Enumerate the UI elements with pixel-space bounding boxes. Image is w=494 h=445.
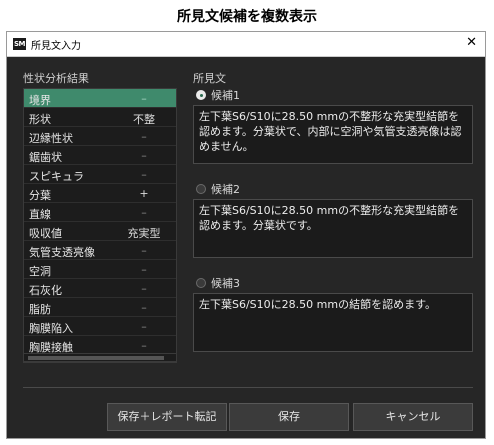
row-name: 辺縁性状 <box>29 132 73 145</box>
row-name: 鋸歯状 <box>29 151 62 164</box>
footer-divider <box>23 387 473 388</box>
candidate-1-text[interactable]: 左下葉S6/S10に28.50 mmの不整形な充実型結節を認めます。分葉状で、内… <box>193 105 473 164</box>
row-value: – <box>141 320 147 333</box>
row-value: 不整 <box>133 113 155 126</box>
analysis-row[interactable]: 脂肪 – <box>24 298 176 317</box>
row-value: + <box>139 187 149 200</box>
candidate-1-label[interactable]: 候補1 <box>211 87 240 103</box>
candidate-3-label[interactable]: 候補3 <box>211 275 240 291</box>
analysis-table: 境界 – 形状 不整 辺縁性状 – 鋸歯状 – スピキュラ – 分葉 + 直線 – 吸収値 充実… <box>23 88 177 363</box>
analysis-row[interactable]: 境界 – <box>24 89 176 108</box>
page-heading: 所見文候補を複数表示 <box>177 9 317 25</box>
row-name: 石灰化 <box>29 284 62 297</box>
analysis-row[interactable]: 辺縁性状 – <box>24 127 176 146</box>
row-value: – <box>141 282 147 295</box>
window-title: 所見文入力 <box>31 41 81 52</box>
candidate-2-label[interactable]: 候補2 <box>211 181 240 197</box>
findings-label: 所見文 <box>193 72 226 85</box>
row-name: 吸収値 <box>29 227 62 240</box>
row-name: スピキュラ <box>29 170 84 183</box>
app-logo-icon: SM <box>13 38 26 50</box>
candidate-3-text[interactable]: 左下葉S6/S10に28.50 mmの結節を認めます。 <box>193 293 473 352</box>
row-value: 充実型 <box>127 227 161 240</box>
close-icon[interactable]: ✕ <box>466 35 477 50</box>
analysis-row[interactable]: 気管支透亮像 – <box>24 241 176 260</box>
row-value: – <box>141 339 147 352</box>
row-value: – <box>141 130 147 143</box>
analysis-row[interactable]: 胸膜陥入 – <box>24 317 176 336</box>
row-value: – <box>141 206 147 219</box>
candidate-2-text[interactable]: 左下葉S6/S10に28.50 mmの不整形な充実型結節を認めます。分葉状です。 <box>193 199 473 258</box>
findings-dialog: SM 所見文入力 ✕ 性状分析結果 所見文 境界 – 形状 不整 辺縁性状 – 鋸歯状… <box>6 31 486 439</box>
row-name: 形状 <box>29 113 51 126</box>
row-name: 分葉 <box>29 189 51 202</box>
cancel-button[interactable]: キャンセル <box>353 403 473 431</box>
row-value: – <box>141 301 147 314</box>
title-bar: SM 所見文入力 ✕ <box>7 32 485 57</box>
row-value: – <box>141 149 147 162</box>
analysis-row[interactable]: 直線 – <box>24 203 176 222</box>
analysis-label: 性状分析結果 <box>23 72 89 85</box>
analysis-row[interactable]: 石灰化 – <box>24 279 176 298</box>
row-name: 境界 <box>29 94 51 107</box>
analysis-row[interactable]: 吸収値 充実型 <box>24 222 176 241</box>
analysis-row[interactable]: スピキュラ – <box>24 165 176 184</box>
row-value: – <box>141 244 147 257</box>
candidate-1-radio[interactable] <box>196 90 206 100</box>
analysis-row[interactable]: 鋸歯状 – <box>24 146 176 165</box>
scrollbar-thumb[interactable] <box>28 356 164 360</box>
analysis-row[interactable]: 形状 不整 <box>24 108 176 127</box>
row-name: 空洞 <box>29 265 51 278</box>
row-value: – <box>141 263 147 276</box>
candidate-2-radio[interactable] <box>196 184 206 194</box>
row-value: – <box>141 92 147 105</box>
row-name: 脂肪 <box>29 303 51 316</box>
row-name: 気管支透亮像 <box>29 246 95 259</box>
analysis-row[interactable]: 空洞 – <box>24 260 176 279</box>
candidate-3-radio[interactable] <box>196 278 206 288</box>
save-button[interactable]: 保存 <box>229 403 349 431</box>
table-scrollbar[interactable] <box>23 353 177 362</box>
row-value: – <box>141 168 147 181</box>
row-name: 胸膜陥入 <box>29 322 73 335</box>
analysis-row[interactable]: 分葉 + <box>24 184 176 203</box>
save-and-report-button[interactable]: 保存＋レポート転記 <box>107 403 227 431</box>
row-name: 直線 <box>29 208 51 221</box>
